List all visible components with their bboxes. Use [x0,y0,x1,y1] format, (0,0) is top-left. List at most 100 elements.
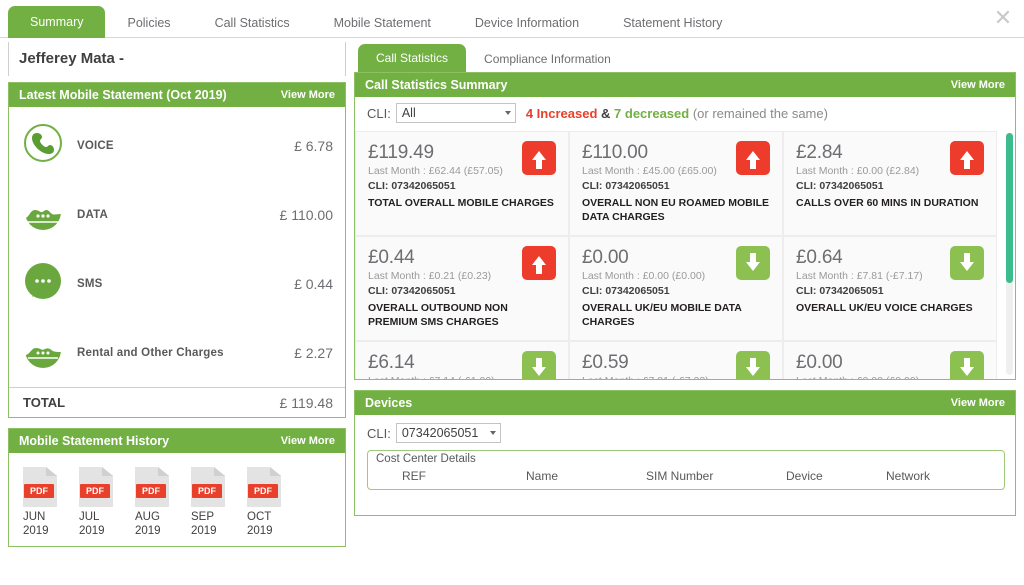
trend-arrow-up-icon [950,141,984,175]
tab-policies[interactable]: Policies [105,8,192,38]
call-statistics-body: CLI: All 4 Increased & 7 decreased (or r… [355,97,1015,379]
trend-arrow-up-icon [522,141,556,175]
tab-summary[interactable]: Summary [8,6,106,38]
trend-arrow-down-icon [950,246,984,280]
increased-count: 4 Increased [525,105,598,121]
cli-filter-select[interactable]: All [395,103,516,123]
pdf-statement-item[interactable]: PDF OCT 2019 [247,467,303,538]
devices-column-header: Device [786,469,823,483]
pdf-badge-label: PDF [192,484,222,498]
trend-arrow-down-icon [522,351,556,379]
statement-row: Rental and Other Charges £ 2.27 [9,318,345,387]
statement-row-amount: £ 2.27 [294,344,333,361]
pdf-statement-item[interactable]: PDF JUN 2019 [23,467,79,538]
pdf-year: 2019 [23,525,49,537]
pdf-statement-item[interactable]: PDF AUG 2019 [135,467,191,538]
stat-card-title: CALLS OVER 60 MINS IN DURATION [796,197,979,209]
call-statistics-header: Call Statistics Summary View More [355,73,1015,97]
inner-tab-compliance-information[interactable]: Compliance Information [466,46,629,72]
tab-call-statistics[interactable]: Call Statistics [193,8,312,38]
stat-cards-scroll-area[interactable]: £119.49 Last Month : £62.44 (£57.05) CLI: … [355,131,1015,379]
trend-arrow-down-icon [736,246,770,280]
statement-rows: VOICE £ 6.78 DATA £ 110.00 SMS £ 0.44 Rental a… [9,107,345,387]
pdf-file-icon: PDF [135,467,169,507]
trend-arrow-down-icon [736,351,770,379]
delta-suffix: (or remained the same) [692,105,828,121]
stat-card[interactable]: £6.14Last Month : £7.14 (-£1.00) [355,341,569,379]
total-amount: £ 119.48 [279,394,333,411]
rental-cloud-icon-wrapper [23,330,67,375]
delta-ampersand: & [601,105,611,121]
stat-card-title: OVERALL UK/EU MOBILE DATA CHARGES [582,302,742,328]
stat-card[interactable]: £2.84 Last Month : £0.00 (£2.84) CLI: 0734… [783,131,997,236]
data-cloud-icon [25,190,61,230]
stat-card[interactable]: £0.00 Last Month : £0.00 (£0.00) CLI: 0734… [569,236,783,341]
inner-tab-call-statistics[interactable]: Call Statistics [358,44,467,72]
statement-row-label: VOICE [77,139,114,152]
pdf-badge-label: PDF [24,484,54,498]
decreased-count: 7 decreased [614,105,690,121]
stat-card-title: OVERALL UK/EU VOICE CHARGES [796,302,973,314]
rental-cloud-icon [25,330,61,368]
latest-statement-view-more[interactable]: View More [281,83,335,107]
chevron-down-icon [504,111,511,115]
devices-view-more[interactable]: View More [951,391,1005,415]
right-column: Call Statistics Compliance Information Ca… [354,42,1016,516]
devices-header: Devices View More [355,391,1015,415]
statement-row-amount: £ 6.78 [294,137,333,154]
stat-card[interactable]: £0.64 Last Month : £7.81 (-£7.17) CLI: 073… [783,236,997,341]
pdf-file-icon: PDF [79,467,113,507]
statement-row: SMS £ 0.44 [9,249,345,318]
cli-filter-label: CLI: [367,105,391,121]
pdf-statement-item[interactable]: PDF SEP 2019 [191,467,247,538]
data-cloud-icon-wrapper [23,190,67,237]
statement-history-title: Mobile Statement History [19,434,170,448]
pdf-year: 2019 [247,525,273,537]
call-statistics-view-more[interactable]: View More [951,73,1005,97]
pdf-year: 2019 [191,525,217,537]
stat-card[interactable]: £119.49 Last Month : £62.44 (£57.05) CLI: … [355,131,569,236]
devices-column-header: REF [402,469,426,483]
stat-card[interactable]: £0.00Last Month : £0.00 (£0.00) [783,341,997,379]
trend-arrow-up-icon [736,141,770,175]
pdf-badge-label: PDF [136,484,166,498]
call-statistics-filter-bar: CLI: All 4 Increased & 7 decreased (or r… [355,97,1015,125]
tab-mobile-statement[interactable]: Mobile Statement [312,8,453,38]
total-label: TOTAL [23,395,66,410]
cost-center-details-group: Cost Center Details REF Name SIM Number Dev… [367,450,1005,490]
pdf-month: OCT [247,511,272,523]
devices-title: Devices [365,396,413,410]
stat-card[interactable]: £0.59Last Month : £7.81 (-£7.22) [569,341,783,379]
pdf-file-icon: PDF [247,467,281,507]
pdf-file-icon: PDF [23,467,57,507]
chevron-down-icon [489,431,496,435]
trend-arrow-down-icon [950,351,984,379]
statement-history-view-more[interactable]: View More [281,429,335,453]
latest-statement-header: Latest Mobile Statement (Oct 2019) View … [9,83,345,107]
top-tab-bar: Summary Policies Call Statistics Mobile Sta… [0,0,1024,38]
devices-column-header: SIM Number [646,469,714,483]
devices-filter-bar: CLI: 07342065051 [367,423,1005,443]
pdf-badge-label: PDF [248,484,278,498]
pdf-statement-item[interactable]: PDF JUL 2019 [79,467,135,538]
stat-card[interactable]: £110.00 Last Month : £45.00 (£65.00) CLI: … [569,131,783,236]
latest-mobile-statement-panel: Latest Mobile Statement (Oct 2019) View … [8,82,346,418]
trend-arrow-up-icon [522,246,556,280]
stat-card-cli: CLI: 07342065051 [796,180,884,192]
tab-device-information[interactable]: Device Information [453,8,601,38]
stat-card[interactable]: £0.44 Last Month : £0.21 (£0.23) CLI: 0734… [355,236,569,341]
left-column: Jefferey Mata - Latest Mobile Statement … [8,42,346,547]
delta-summary: 4 Increased & 7 decreased (or remained t… [526,106,828,121]
devices-panel: Devices View More CLI: 07342065051 Cost … [354,390,1016,516]
stat-card-cli: CLI: 07342065051 [582,180,670,192]
stat-card-cli: CLI: 07342065051 [368,285,456,297]
devices-cli-select[interactable]: 07342065051 [395,423,501,443]
pdf-year: 2019 [135,525,161,537]
close-icon[interactable]: ✕ [990,5,1016,31]
call-statistics-scrollbar[interactable] [1006,133,1013,375]
cli-filter-value: All [401,106,416,120]
scrollbar-thumb[interactable] [1006,133,1013,283]
statement-history-header: Mobile Statement History View More [9,429,345,453]
statement-row-label: SMS [77,277,103,290]
tab-statement-history[interactable]: Statement History [601,8,744,38]
